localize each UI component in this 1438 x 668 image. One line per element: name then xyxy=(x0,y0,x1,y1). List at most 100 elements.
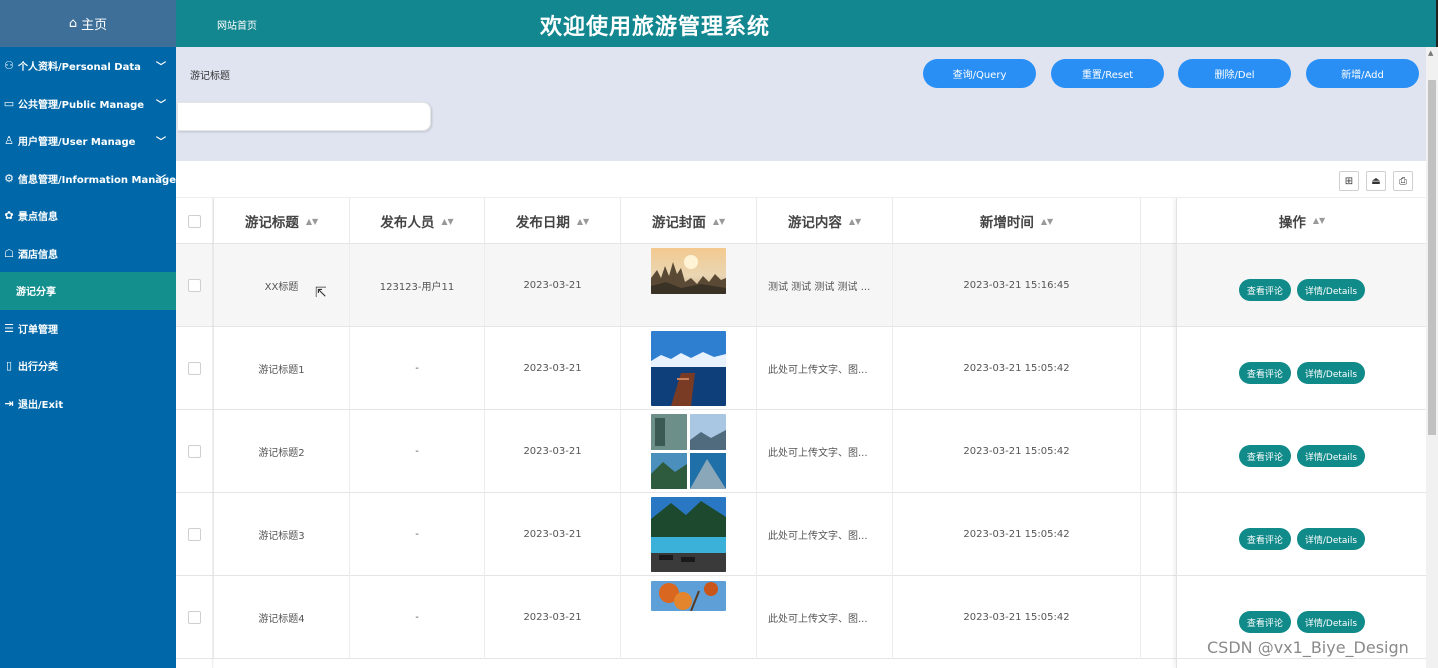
sort-icon[interactable]: ▲▼ xyxy=(849,217,861,226)
sort-icon[interactable]: ▲▼ xyxy=(1313,216,1325,225)
print-icon[interactable]: ⎙ xyxy=(1393,171,1413,191)
cell-title: 游记标题4 xyxy=(214,576,350,659)
sidebar-item-label: 公共管理/Public Manage xyxy=(18,99,145,111)
row-select-cell xyxy=(176,327,214,410)
site-home-link[interactable]: 网站首页 xyxy=(217,17,257,32)
details-button[interactable]: 详情/Details xyxy=(1296,362,1366,384)
cover-image-collage[interactable] xyxy=(651,414,726,489)
chevron-down-icon: ﹀ xyxy=(156,137,166,148)
column-header-date[interactable]: 发布日期 ▲▼ xyxy=(485,198,621,244)
row-select-cell xyxy=(176,576,214,659)
cell-content: 此处可上传文字、图... xyxy=(757,410,893,493)
vertical-scrollbar[interactable]: ▲ xyxy=(1426,47,1438,668)
cell-cover xyxy=(621,493,757,576)
row-checkbox[interactable] xyxy=(188,279,201,292)
chevron-down-icon: ﹀ xyxy=(156,99,166,111)
sort-icon[interactable]: ▲▼ xyxy=(577,217,589,226)
cell-created: 2023-03-21 15:16:45 xyxy=(893,244,1141,327)
sidebar-item-exit[interactable]: ⇥ 退出/Exit xyxy=(0,385,176,423)
sort-icon[interactable]: ▲▼ xyxy=(306,217,318,226)
operations-cell: 查看评论 详情/Details xyxy=(1177,493,1426,576)
details-button[interactable]: 详情/Details xyxy=(1296,279,1366,301)
view-comments-button[interactable]: 查看评论 xyxy=(1238,279,1291,301)
column-header-cover[interactable]: 游记封面 ▲▼ xyxy=(621,198,757,244)
cell-created: 2023-03-21 15:05:42 xyxy=(893,576,1141,659)
column-header-title[interactable]: 游记标题 ▲▼ xyxy=(214,198,350,244)
watermark: CSDN @vx1_Biye_Design xyxy=(1207,638,1409,657)
sidebar-item-label: 出行分类 xyxy=(18,362,58,374)
cover-image-autumn-leaves[interactable] xyxy=(651,581,726,611)
delete-button[interactable]: 删除/Del xyxy=(1178,59,1291,88)
details-button[interactable]: 详情/Details xyxy=(1296,445,1366,467)
select-all-checkbox[interactable] xyxy=(188,214,201,228)
reset-button[interactable]: 重置/Reset xyxy=(1051,59,1164,88)
cell-content: 此处可上传文字、图... xyxy=(757,327,893,410)
row-checkbox[interactable] xyxy=(188,528,201,541)
page-title: 欢迎使用旅游管理系统 xyxy=(540,15,771,40)
cell-cover xyxy=(621,327,757,410)
view-comments-button[interactable]: 查看评论 xyxy=(1238,445,1291,467)
cell-publisher: - xyxy=(350,410,485,493)
row-select-cell xyxy=(176,493,214,576)
row-checkbox[interactable] xyxy=(188,445,201,458)
row-checkbox[interactable] xyxy=(188,611,201,624)
scroll-up-arrow-icon[interactable]: ▲ xyxy=(1428,49,1433,57)
sidebar-item-label: 景点信息 xyxy=(18,212,58,224)
sidebar-item-label: 信息管理/Information Manage xyxy=(18,174,176,186)
column-header-label: 游记封面 xyxy=(651,215,706,231)
sidebar-item-orders[interactable]: ☰ 订单管理 xyxy=(0,310,176,348)
cell-title: 游记标题2 xyxy=(214,410,350,493)
sort-icon[interactable]: ▲▼ xyxy=(1041,217,1053,226)
cell-cover xyxy=(621,576,757,659)
details-button[interactable]: 详情/Details xyxy=(1296,611,1366,633)
cell-content: 此处可上传文字、图... xyxy=(757,576,893,659)
category-icon: ▯ xyxy=(5,359,13,373)
monitor-icon: ▭ xyxy=(3,96,15,110)
query-button[interactable]: 查询/Query xyxy=(923,59,1036,88)
sidebar-item-information-manage[interactable]: ⚙ 信息管理/Information Manage ﹀ xyxy=(0,160,176,198)
sidebar-item-label: 订单管理 xyxy=(18,324,58,336)
search-panel: 游记标题 查询/Query 重置/Reset 删除/Del 新增/Add xyxy=(176,47,1426,161)
column-header-operations[interactable]: 操作 ▲▼ xyxy=(1177,198,1426,244)
scrollbar-thumb[interactable] xyxy=(1428,80,1436,435)
sidebar-home[interactable]: ⌂ 主页 xyxy=(0,0,176,47)
sidebar-item-public-manage[interactable]: ▭ 公共管理/Public Manage ﹀ xyxy=(0,85,176,123)
export-icon[interactable]: ⏏ xyxy=(1366,171,1386,191)
sidebar-item-label: 游记分享 xyxy=(16,287,56,299)
cell-publisher: 123123-用户11 xyxy=(350,244,485,327)
cell-cover xyxy=(621,244,757,327)
sidebar-item-scenic[interactable]: ✿ 景点信息 xyxy=(0,197,176,235)
cell-content: 测试 测试 测试 测试 ... xyxy=(757,244,893,327)
view-comments-button[interactable]: 查看评论 xyxy=(1238,362,1291,384)
person-icon: ♙ xyxy=(4,134,14,148)
add-button[interactable]: 新增/Add xyxy=(1306,59,1419,88)
mouse-cursor-icon: ⇱ xyxy=(315,285,327,301)
sort-icon[interactable]: ▲▼ xyxy=(441,217,453,226)
sidebar-item-category[interactable]: ▯ 出行分类 xyxy=(0,347,176,385)
sidebar-item-travel-notes[interactable]: 游记分享 xyxy=(0,272,176,310)
search-input[interactable] xyxy=(177,102,431,131)
view-comments-button[interactable]: 查看评论 xyxy=(1238,528,1291,550)
details-button[interactable]: 详情/Details xyxy=(1296,528,1366,550)
cell-cover xyxy=(621,410,757,493)
user-card-icon: ⚇ xyxy=(4,59,14,73)
cell-publisher: - xyxy=(350,576,485,659)
cover-image-lake-boat[interactable] xyxy=(651,331,726,406)
cover-image-resort-pool[interactable] xyxy=(651,497,726,572)
sort-icon[interactable]: ▲▼ xyxy=(713,217,725,226)
column-header-publisher[interactable]: 发布人员 ▲▼ xyxy=(350,198,485,244)
cell-created: 2023-03-21 15:05:42 xyxy=(893,493,1141,576)
sidebar-item-personal-data[interactable]: ⚇ 个人资料/Personal Data ﹀ xyxy=(0,47,176,85)
column-header-created[interactable]: 新增时间 ▲▼ xyxy=(893,198,1141,244)
sidebar-item-hotel[interactable]: ☖ 酒店信息 xyxy=(0,235,176,273)
cell-date: 2023-03-21 xyxy=(485,410,621,493)
column-header-content[interactable]: 游记内容 ▲▼ xyxy=(757,198,893,244)
sidebar-item-user-manage[interactable]: ♙ 用户管理/User Manage ﹀ xyxy=(0,122,176,160)
view-comments-button[interactable]: 查看评论 xyxy=(1238,611,1291,633)
column-header-label: 游记标题 xyxy=(244,215,299,231)
cover-image-mountain-sunset[interactable] xyxy=(651,248,726,294)
columns-icon[interactable]: ⊞ xyxy=(1339,171,1359,191)
row-checkbox[interactable] xyxy=(188,362,201,375)
column-header-label: 操作 xyxy=(1278,214,1306,231)
sidebar-item-label: 退出/Exit xyxy=(18,399,64,411)
